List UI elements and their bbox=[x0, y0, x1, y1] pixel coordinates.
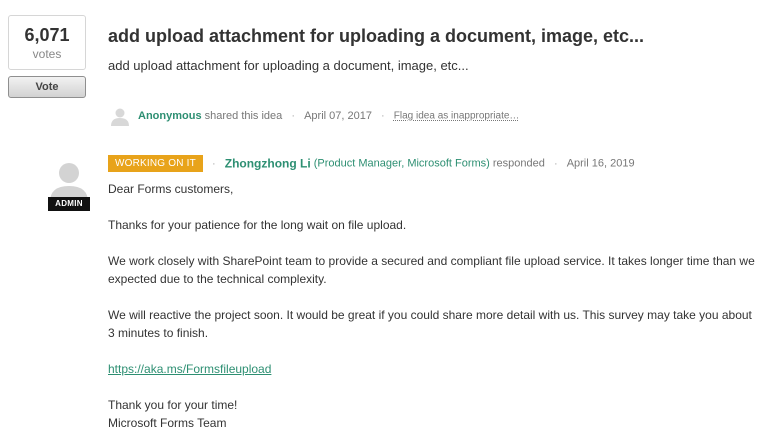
status-badge: WORKING ON IT bbox=[108, 155, 203, 172]
idea-date: April 07, 2017 bbox=[304, 110, 372, 122]
response-header: WORKING ON IT · Zhongzhong Li (Product M… bbox=[108, 155, 635, 173]
response-greeting: Dear Forms customers, bbox=[108, 182, 234, 196]
response-closing: Thank you for your time! bbox=[108, 398, 238, 412]
response-signature: Microsoft Forms Team bbox=[108, 416, 227, 430]
responded-text: responded bbox=[492, 157, 545, 170]
admin-badge: ADMIN bbox=[48, 197, 90, 211]
response-paragraph: Thanks for your patience for the long wa… bbox=[108, 218, 407, 232]
response-date: April 16, 2019 bbox=[566, 157, 635, 170]
vote-count: 6,071 bbox=[24, 25, 70, 45]
response-body: Dear Forms customers, Thanks for your pa… bbox=[108, 180, 758, 432]
shared-idea-text: shared this idea bbox=[204, 110, 283, 122]
idea-author-name[interactable]: Anonymous bbox=[138, 110, 202, 122]
response-paragraph: We will reactive the project soon. It wo… bbox=[108, 308, 752, 340]
vote-count-box: 6,071 votes bbox=[8, 15, 86, 70]
anonymous-avatar-icon bbox=[110, 106, 130, 126]
separator-dot: · bbox=[212, 157, 216, 170]
separator-dot: · bbox=[291, 110, 296, 122]
vote-label: votes bbox=[32, 47, 62, 61]
responder-name[interactable]: Zhongzhong Li bbox=[225, 157, 311, 171]
flag-inappropriate-link[interactable]: Flag idea as inappropriate… bbox=[394, 111, 520, 122]
separator-dot: · bbox=[381, 110, 385, 122]
idea-title[interactable]: add upload attachment for uploading a do… bbox=[108, 26, 644, 47]
separator-dot: · bbox=[553, 157, 558, 170]
idea-description: add upload attachment for uploading a do… bbox=[108, 58, 469, 73]
survey-link[interactable]: https://aka.ms/Formsfileupload bbox=[108, 362, 271, 376]
responder-role: (Product Manager, Microsoft Forms) bbox=[313, 157, 490, 170]
survey-link-paragraph: https://aka.ms/Formsfileupload bbox=[108, 360, 758, 378]
vote-button[interactable]: Vote bbox=[8, 76, 86, 98]
idea-author-row: Anonymous shared this idea · April 07, 2… bbox=[110, 106, 519, 126]
response-paragraph: We work closely with SharePoint team to … bbox=[108, 254, 755, 286]
